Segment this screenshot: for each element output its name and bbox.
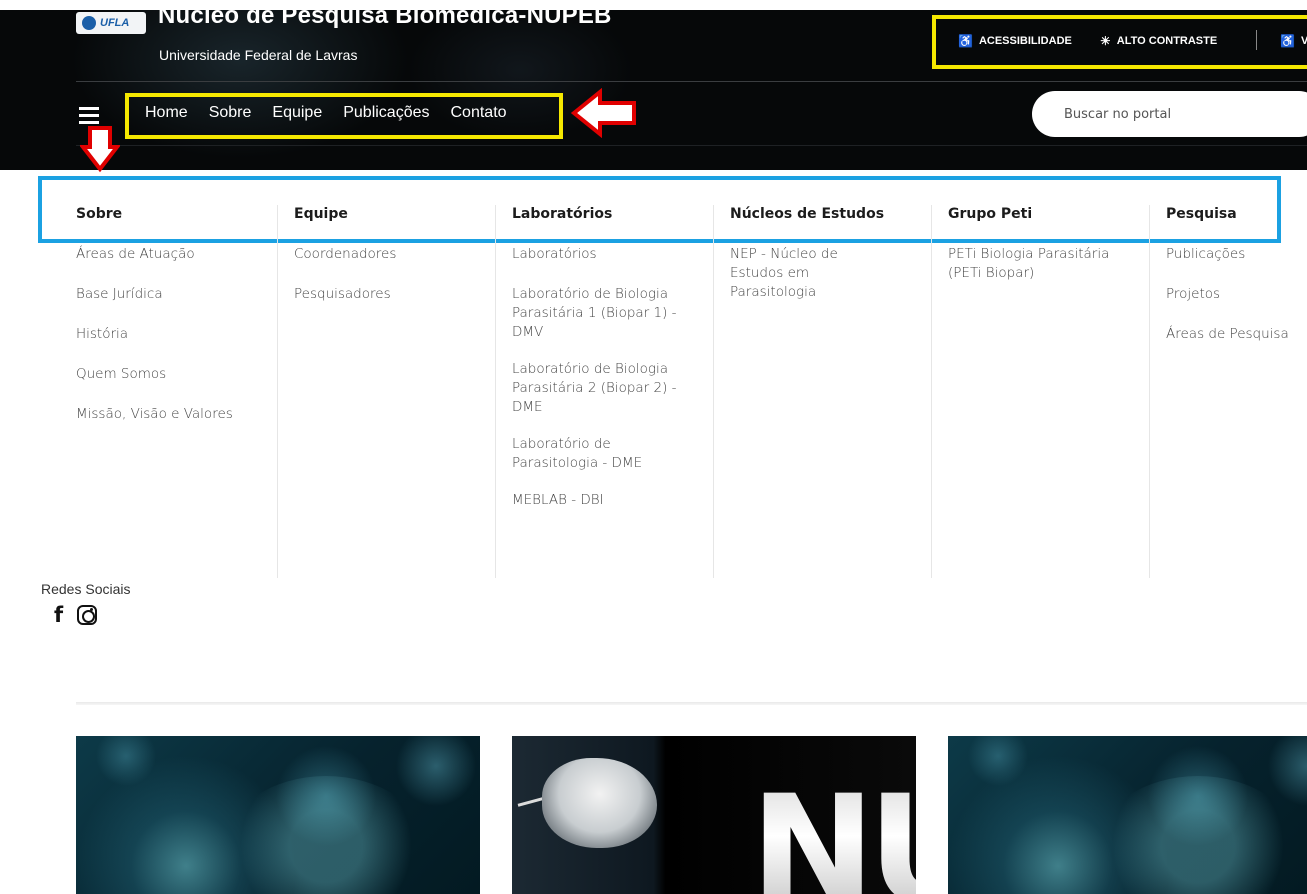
annotation-arrow-down-icon [80,126,120,173]
menu-item[interactable]: Pesquisadores [294,285,512,304]
annotation-arrow-left-icon [570,88,636,138]
menu-item[interactable]: Laboratório de Parasitologia - DME [512,435,692,473]
nav-home[interactable]: Home [145,104,188,122]
nav-contato[interactable]: Contato [451,104,507,122]
menu-column-grupo-peti: Grupo Peti PETi Biologia Parasitária (PE… [948,205,1143,304]
menu-item[interactable]: Laboratório de Biologia Parasitária 1 (B… [512,285,692,342]
nupeb-logo-text: NU [750,776,916,894]
menu-heading-nucleos[interactable]: Núcleos de Estudos [730,205,895,232]
social-label: Redes Sociais [41,581,131,597]
site-subtitle: Universidade Federal de Lavras [159,47,358,63]
menu-heading-laboratorios[interactable]: Laboratórios [512,205,692,232]
menu-item[interactable]: Áreas de Pesquisa [1166,325,1307,344]
menu-item[interactable]: História [76,325,294,344]
accessibility-button[interactable]: ♿ ACESSIBILIDADE [958,34,1072,48]
vlibras-button[interactable]: ♿ V [1280,34,1307,48]
nav-sobre[interactable]: Sobre [209,104,252,122]
high-contrast-label: ALTO CONTRASTE [1116,35,1218,47]
brain-illustration [542,758,657,848]
menu-list-grupo-peti: PETi Biologia Parasitária (PETi Biopar) [948,245,1143,283]
accessibility-label: ACESSIBILIDADE [978,35,1072,47]
news-card-image[interactable] [948,736,1307,894]
menu-item[interactable]: PETi Biologia Parasitária (PETi Biopar) [948,245,1143,283]
main-nav: Home Sobre Equipe Publicações Contato [145,104,507,122]
logo-emblem-icon [82,16,96,30]
ufla-logo[interactable]: UFLA [76,12,146,34]
menu-list-laboratorios: Laboratórios Laboratório de Biologia Par… [512,245,692,510]
header-divider [76,81,1307,82]
news-card-image[interactable] [76,736,480,894]
menu-item[interactable]: NEP - Núcleo de Estudos em Parasitologia [730,245,895,302]
search-input[interactable] [1032,91,1307,137]
accessibility-icon: ♿ [958,34,973,48]
menu-list-equipe: Coordenadores Pesquisadores [294,245,512,304]
menu-column-laboratorios: Laboratórios Laboratórios Laboratório de… [512,205,692,531]
menu-item[interactable]: Coordenadores [294,245,512,264]
section-divider [76,702,1307,705]
virus-illustration [226,776,426,894]
nav-publicacoes[interactable]: Publicações [343,104,429,122]
menu-item[interactable]: Projetos [1166,285,1307,304]
menu-column-divider [931,205,932,578]
menu-item[interactable]: Missão, Visão e Valores [76,405,294,424]
nav-equipe[interactable]: Equipe [272,104,322,122]
menu-item[interactable]: Quem Somos [76,365,294,384]
menu-heading-sobre[interactable]: Sobre [76,205,294,232]
menu-list-pesquisa: Publicações Projetos Áreas de Pesquisa [1166,245,1307,344]
virus-illustration [1098,776,1298,894]
accessibility-icon: ♿ [1280,34,1295,48]
menu-column-divider [1149,205,1150,578]
site-title[interactable]: Núcleo de Pesquisa Biomédica-NUPEB [158,2,612,30]
instagram-icon[interactable] [77,605,98,625]
menu-heading-grupo-peti[interactable]: Grupo Peti [948,205,1143,232]
social-icons: f [54,603,98,627]
header-bottom-divider [76,145,1307,146]
menu-column-divider [713,205,714,578]
menu-item[interactable]: Laboratórios [512,245,692,264]
menu-item[interactable]: Laboratório de Biologia Parasitária 2 (B… [512,360,692,417]
vlibras-label: V [1300,35,1307,47]
menu-item[interactable]: Áreas de Atuação [76,245,294,264]
menu-item[interactable]: MEBLAB - DBI [512,491,692,510]
menu-column-sobre: Sobre Áreas de Atuação Base Jurídica His… [76,205,294,445]
news-card-image[interactable]: NU [512,736,916,894]
contrast-sun-icon: ☀ [1100,34,1111,48]
menu-column-equipe: Equipe Coordenadores Pesquisadores [294,205,512,325]
menu-list-nucleos: NEP - Núcleo de Estudos em Parasitologia [730,245,895,302]
menu-heading-equipe[interactable]: Equipe [294,205,512,232]
logo-text: UFLA [100,17,130,29]
menu-item[interactable]: Publicações [1166,245,1307,264]
menu-heading-pesquisa[interactable]: Pesquisa [1166,205,1307,232]
menu-column-nucleos: Núcleos de Estudos NEP - Núcleo de Estud… [730,205,895,323]
facebook-icon[interactable]: f [54,603,63,627]
accessibility-separator [1256,30,1257,50]
menu-item[interactable]: Base Jurídica [76,285,294,304]
menu-column-pesquisa: Pesquisa Publicações Projetos Áreas de P… [1166,205,1307,365]
menu-list-sobre: Áreas de Atuação Base Jurídica História … [76,245,294,424]
menu-hamburger-icon[interactable] [79,107,99,125]
high-contrast-button[interactable]: ☀ ALTO CONTRASTE [1100,34,1217,48]
